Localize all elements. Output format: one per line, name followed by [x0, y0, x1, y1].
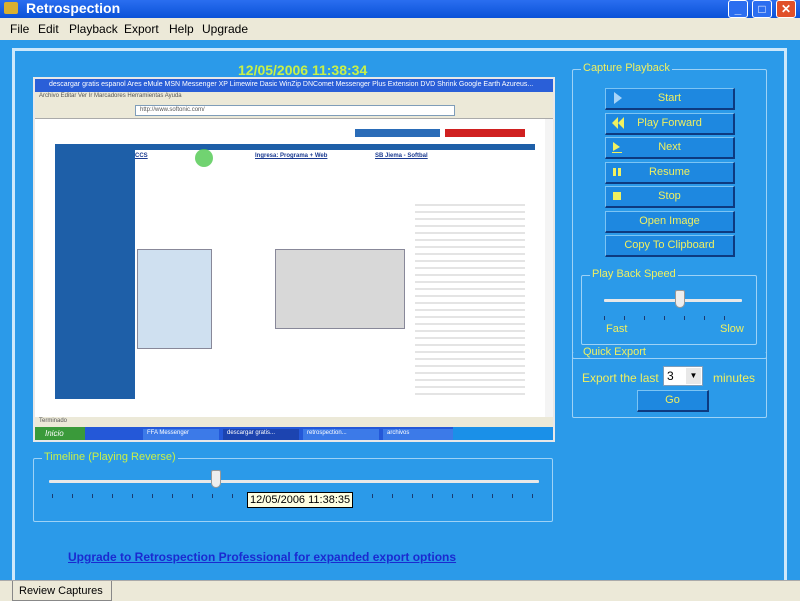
resume-button[interactable]: Resume	[605, 162, 735, 184]
play-forward-button[interactable]: Play Forward	[605, 113, 735, 135]
stop-button[interactable]: Stop	[605, 186, 735, 208]
go-button[interactable]: Go	[637, 390, 709, 412]
captured-section: SB Jiema - Softbal	[375, 153, 428, 159]
start-label: Start	[657, 92, 682, 104]
captured-task: retrospection...	[303, 429, 379, 440]
upgrade-link[interactable]: Upgrade to Retrospection Professional fo…	[68, 550, 456, 564]
capture-playback-label: Capture Playback	[581, 62, 672, 74]
resume-label: Resume	[649, 166, 690, 178]
playback-speed-label: Play Back Speed	[590, 268, 678, 280]
maximize-button[interactable]: □	[752, 0, 772, 18]
captured-start-button: Inicio	[35, 427, 85, 440]
capture-playback-group: Capture Playback Start Play Forward Next…	[572, 62, 767, 359]
menu-upgrade[interactable]: Upgrade	[202, 22, 248, 36]
slow-label: Slow	[720, 323, 744, 335]
timeline-group: Timeline (Playing Reverse) 12/05/2006 11…	[33, 451, 553, 522]
open-image-button[interactable]: Open Image	[605, 211, 735, 233]
menu-help[interactable]: Help	[169, 22, 194, 36]
export-minutes-select[interactable]: 3 ▼	[663, 366, 703, 386]
title-bar: Retrospection _ □ ✕	[0, 0, 800, 18]
quick-export-label: Quick Export	[581, 346, 648, 358]
capture-timestamp: 12/05/2006 11:38:34	[238, 62, 368, 78]
captured-task: archivos	[383, 429, 453, 440]
next-frame-icon	[612, 142, 622, 153]
window-title: Retrospection	[26, 0, 121, 16]
fast-label: Fast	[606, 323, 628, 335]
main-panel: 12/05/2006 11:38:34 descargar gratis esp…	[0, 40, 800, 580]
menu-bar: File Edit Playback Export Help Upgrade	[0, 18, 800, 40]
cursor-highlight	[195, 149, 213, 167]
captured-browser-menu: Archivo Editar Ver Ir Marcadores Herrami…	[35, 92, 553, 102]
timeline-thumb[interactable]	[210, 470, 221, 488]
tab-bar: Review Captures	[0, 580, 800, 601]
export-prefix: Export the last	[582, 371, 659, 385]
app-icon	[4, 2, 18, 14]
next-label: Next	[658, 141, 681, 153]
stop-label: Stop	[658, 190, 681, 202]
start-button[interactable]: Start	[605, 88, 735, 110]
captured-section: CCS	[135, 153, 148, 159]
captured-task: descargar gratis...	[223, 429, 299, 440]
next-button[interactable]: Next	[605, 137, 735, 159]
chevron-down-icon[interactable]: ▼	[686, 368, 701, 384]
captured-task: FFA Messenger	[143, 429, 219, 440]
menu-export[interactable]: Export	[124, 22, 159, 36]
quick-export-group: Quick Export Export the last 3 ▼ minutes…	[572, 346, 767, 418]
speed-slider-track[interactable]	[604, 299, 742, 302]
play-forward-label: Play Forward	[637, 117, 702, 129]
capture-image[interactable]: descargar gratis espanol Ares eMule MSN …	[33, 77, 555, 442]
menu-file[interactable]: File	[10, 22, 29, 36]
speed-ticks	[604, 316, 744, 320]
captured-status: Terminado	[35, 417, 553, 427]
menu-edit[interactable]: Edit	[38, 22, 59, 36]
tab-review-captures[interactable]: Review Captures	[12, 581, 112, 601]
export-suffix: minutes	[713, 371, 756, 385]
close-button[interactable]: ✕	[776, 0, 796, 18]
speed-slider-thumb[interactable]	[674, 290, 685, 308]
timeline-label: Timeline (Playing Reverse)	[42, 451, 178, 463]
captured-browser-title: descargar gratis espanol Ares eMule MSN …	[35, 79, 553, 92]
rewind-icon	[612, 117, 624, 129]
timeline-track[interactable]	[49, 480, 539, 483]
stop-icon	[613, 192, 621, 200]
copy-to-clipboard-button[interactable]: Copy To Clipboard	[605, 235, 735, 257]
minimize-button[interactable]: _	[728, 0, 748, 18]
pause-icon	[613, 168, 621, 176]
export-minutes-value: 3	[667, 369, 674, 383]
menu-playback[interactable]: Playback	[69, 22, 118, 36]
captured-address-bar: http://www.softonic.com/	[135, 105, 455, 116]
play-icon	[614, 92, 622, 104]
playback-speed-group: Play Back Speed Fast Slow	[581, 268, 757, 345]
captured-section: Ingresa: Programa + Web	[255, 153, 328, 159]
timeline-tooltip: 12/05/2006 11:38:35	[247, 492, 354, 508]
